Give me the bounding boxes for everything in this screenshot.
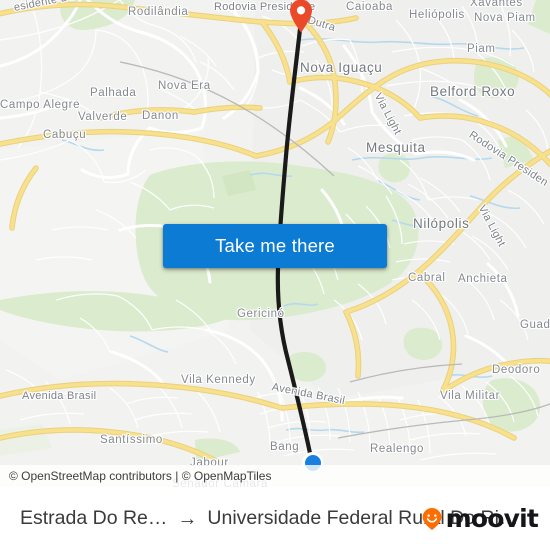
map-canvas[interactable]: esidente DutraRodilândiaRodovia Presiden… (0, 0, 550, 487)
moovit-wordmark: moovit (445, 504, 539, 533)
take-me-there-button[interactable]: Take me there (163, 224, 387, 268)
route-summary[interactable]: Estrada Do Re… → Universidade Federal Ru… (20, 507, 518, 530)
map-attribution-text: © OpenStreetMap contributors | © OpenMap… (9, 469, 272, 483)
moovit-map-screen: esidente DutraRodilândiaRodovia Presiden… (0, 0, 550, 550)
map-attribution: © OpenStreetMap contributors | © OpenMap… (0, 465, 550, 487)
destination-pin-icon[interactable] (289, 0, 313, 33)
footer-bar: Estrada Do Re… → Universidade Federal Ru… (0, 487, 550, 550)
moovit-logo[interactable]: moovit (421, 504, 539, 533)
moovit-pin-icon (422, 507, 441, 530)
take-me-there-label: Take me there (215, 234, 335, 256)
route-origin-label: Estrada Do Re… (20, 507, 168, 529)
arrow-right-icon: → (177, 507, 198, 530)
